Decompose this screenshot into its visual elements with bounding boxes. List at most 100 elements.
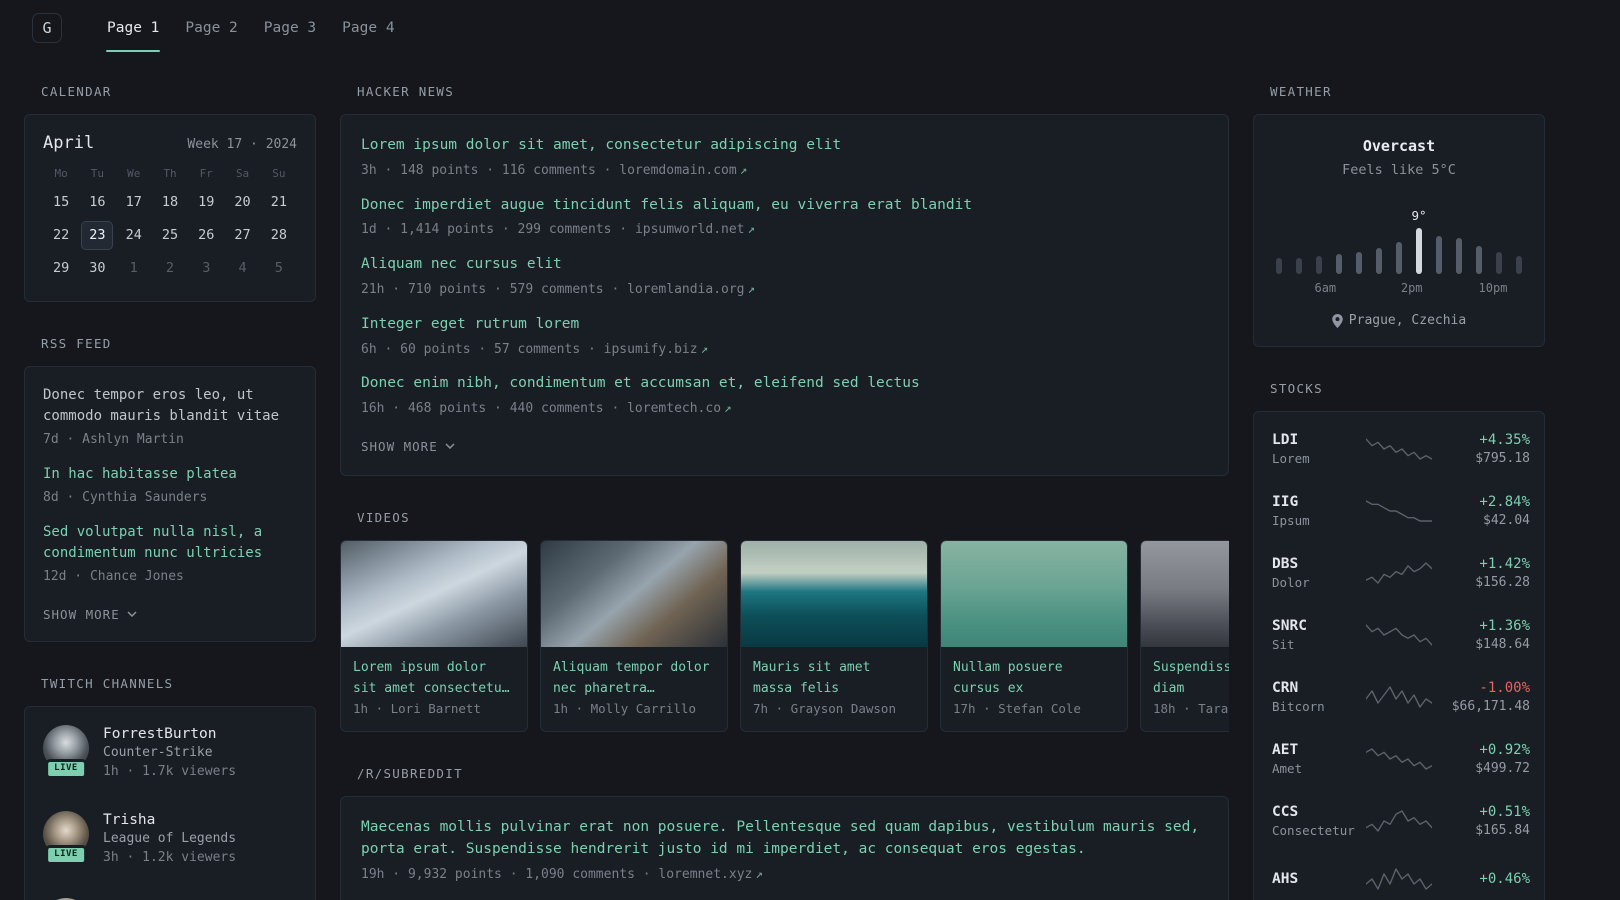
location-pin-icon bbox=[1332, 313, 1343, 328]
hn-item-title[interactable]: Aliquam nec cursus elit bbox=[361, 254, 1208, 276]
video-meta: 1h · Molly Carrillo bbox=[553, 700, 696, 716]
hn-item-title[interactable]: Donec enim nibh, condimentum et accumsan… bbox=[361, 373, 1208, 395]
rss-item-meta: 12d · Chance Jones bbox=[43, 568, 184, 584]
calendar-day: 29 bbox=[53, 260, 70, 276]
calendar-day: 20 bbox=[234, 194, 251, 210]
live-badge: LIVE bbox=[45, 758, 87, 779]
hn-item-domain: loremdomain.com bbox=[619, 162, 737, 178]
video-meta: 7h · Grayson Dawson bbox=[753, 700, 896, 716]
stock-row[interactable]: AET Amet +0.92% $499.72 bbox=[1272, 728, 1530, 790]
weather-bar-slot bbox=[1394, 192, 1404, 274]
channel-category: League of Legends bbox=[103, 831, 237, 847]
rss-item-title[interactable]: Sed volutpat nulla nisl, a condimentum n… bbox=[43, 522, 297, 564]
stock-values: +2.84% $42.04 bbox=[1440, 494, 1530, 528]
stock-row[interactable]: CRN Bitcorn -1.00% $66,171.48 bbox=[1272, 666, 1530, 728]
time-label: 10pm bbox=[1478, 281, 1508, 295]
hn-item-title[interactable]: Integer eget rutrum lorem bbox=[361, 314, 1208, 336]
video-card[interactable]: Lorem ipsum dolor sit amet consectetu… 1… bbox=[340, 539, 528, 733]
video-card[interactable]: Nullam posuere cursus ex 17h · Stefan Co… bbox=[940, 539, 1128, 733]
stock-row[interactable]: AHS +0.46% bbox=[1272, 852, 1530, 900]
weather-bar bbox=[1416, 228, 1422, 274]
calendar-day: 21 bbox=[270, 194, 287, 210]
stocks-widget-title: STOCKS bbox=[1270, 381, 1323, 396]
stock-values: +0.46% bbox=[1440, 871, 1530, 887]
stock-row[interactable]: LDI Lorem +4.35% $795.18 bbox=[1272, 418, 1530, 480]
stock-id: AHS bbox=[1272, 871, 1358, 887]
rss-item-title[interactable]: In hac habitasse platea bbox=[43, 464, 297, 485]
rss-item-title[interactable]: Donec tempor eros leo, ut commodo mauris… bbox=[43, 385, 297, 427]
stock-row[interactable]: DBS Dolor +1.42% $156.28 bbox=[1272, 542, 1530, 604]
video-card[interactable]: Suspendisse diam 18h · Tara bbox=[1140, 539, 1229, 733]
stock-change: +0.46% bbox=[1479, 871, 1530, 887]
subreddit-card: Maecenas mollis pulvinar erat non posuer… bbox=[340, 796, 1229, 900]
page-tab[interactable]: Page 2 bbox=[172, 0, 250, 56]
calendar-day-grid: 15 16 17 18 19 20 21 22 23 24 25 26 27 28 29 30 1 2 3 4 5 bbox=[43, 187, 297, 283]
stock-id: IIG Ipsum bbox=[1272, 494, 1358, 528]
page-tab[interactable]: Page 3 bbox=[251, 0, 329, 56]
hn-show-more-button[interactable]: SHOW MORE bbox=[361, 439, 455, 454]
stock-row[interactable]: SNRC Sit +1.36% $148.64 bbox=[1272, 604, 1530, 666]
rss-widget: RSS FEED Donec tempor eros leo, ut commo… bbox=[24, 336, 316, 642]
external-link-icon: ↗ bbox=[724, 400, 732, 416]
video-card[interactable]: Mauris sit amet massa felis 7h · Grayson… bbox=[740, 539, 928, 733]
hn-item-title[interactable]: Donec imperdiet augue tincidunt felis al… bbox=[361, 195, 1208, 217]
stock-change: +0.92% bbox=[1479, 742, 1530, 758]
video-thumbnail bbox=[941, 540, 1127, 647]
hn-item-source-link[interactable]: loremdomain.com ↗ bbox=[619, 162, 747, 178]
twitch-widget: TWITCH CHANNELS LIVE ForrestBurton Count… bbox=[24, 676, 316, 900]
rss-show-more-button[interactable]: SHOW MORE bbox=[43, 607, 137, 622]
stock-symbol: CCS bbox=[1272, 804, 1299, 820]
hn-item-source-link[interactable]: loremlandia.org ↗ bbox=[627, 281, 755, 297]
weekday-label: Fr bbox=[199, 167, 213, 180]
stock-price: $148.64 bbox=[1475, 637, 1530, 652]
stock-id: AET Amet bbox=[1272, 742, 1358, 776]
channel-viewers-meta: 1h · 1.7k viewers bbox=[103, 763, 237, 779]
calendar-widget: CALENDAR April Week 17 · 2024 Mo Tu We Th Fr… bbox=[24, 84, 316, 302]
stock-change: +4.35% bbox=[1479, 432, 1530, 448]
twitch-channel[interactable]: LIVE Trisha League of Legends 3h · 1.2k … bbox=[43, 811, 297, 868]
hn-item: Integer eget rutrum lorem 6h · 60 points… bbox=[361, 314, 1208, 360]
rss-widget-title: RSS FEED bbox=[41, 336, 112, 351]
weather-bar bbox=[1376, 248, 1382, 274]
stock-values: +1.42% $156.28 bbox=[1440, 556, 1530, 590]
videos-row: Lorem ipsum dolor sit amet consectetu… 1… bbox=[340, 539, 1229, 733]
page-tab[interactable]: Page 4 bbox=[329, 0, 407, 56]
weekday-label: Sa bbox=[235, 167, 250, 180]
stock-row[interactable]: IIG Ipsum +2.84% $42.04 bbox=[1272, 480, 1530, 542]
calendar-day: 26 bbox=[198, 227, 215, 243]
video-info: Lorem ipsum dolor sit amet consectetu… 1… bbox=[341, 647, 527, 731]
channel-info: ForrestBurton Counter-Strike 1h · 1.7k v… bbox=[103, 725, 236, 782]
stock-price: $66,171.48 bbox=[1451, 699, 1530, 714]
hn-item-source-link[interactable]: ipsumify.biz ↗ bbox=[604, 340, 709, 357]
hn-item-source-link[interactable]: ipsumworld.net ↗ bbox=[635, 221, 755, 237]
reddit-post-title[interactable]: Maecenas mollis pulvinar erat non posuer… bbox=[361, 817, 1208, 861]
videos-widget: VIDEOS Lorem ipsum dolor sit amet consec… bbox=[340, 510, 1229, 733]
weather-bar bbox=[1396, 242, 1402, 274]
stock-symbol: CRN bbox=[1272, 680, 1299, 696]
app-logo[interactable]: G bbox=[32, 13, 62, 43]
chevron-down-icon bbox=[445, 443, 455, 450]
weather-bar bbox=[1276, 258, 1282, 274]
hn-item-source-link[interactable]: loremtech.co ↗ bbox=[627, 400, 732, 416]
stock-id: DBS Dolor bbox=[1272, 556, 1358, 590]
hn-item-domain: loremlandia.org bbox=[627, 281, 745, 297]
reddit-post-source-link[interactable]: loremnet.xyz ↗ bbox=[658, 866, 762, 882]
weather-bar bbox=[1436, 236, 1442, 274]
stock-symbol: IIG bbox=[1272, 494, 1299, 510]
stock-values: +0.92% $499.72 bbox=[1440, 742, 1530, 776]
stock-symbol: AHS bbox=[1272, 871, 1299, 887]
weather-bar-slot bbox=[1374, 192, 1384, 274]
hn-item-meta: 3h · 148 points · 116 comments · loremdo… bbox=[361, 161, 1208, 181]
calendar-day: 24 bbox=[125, 227, 142, 243]
stock-name: Consectetur bbox=[1272, 823, 1355, 838]
twitch-channel[interactable]: LIVE ForrestBurton Counter-Strike 1h · 1… bbox=[43, 724, 297, 782]
external-link-icon: ↗ bbox=[700, 340, 709, 356]
hacker-news-widget: HACKER NEWS Lorem ipsum dolor sit amet, … bbox=[340, 84, 1229, 476]
weather-condition: Overcast bbox=[1362, 137, 1436, 155]
stock-price: $156.28 bbox=[1475, 575, 1530, 590]
stock-change: +1.42% bbox=[1479, 556, 1530, 572]
stock-row[interactable]: CCS Consectetur +0.51% $165.84 bbox=[1272, 790, 1530, 852]
video-card[interactable]: Aliquam tempor dolor nec pharetra… 1h · … bbox=[540, 539, 728, 733]
hn-item-title[interactable]: Lorem ipsum dolor sit amet, consectetur … bbox=[361, 135, 1208, 157]
page-tab[interactable]: Page 1 bbox=[94, 0, 172, 56]
